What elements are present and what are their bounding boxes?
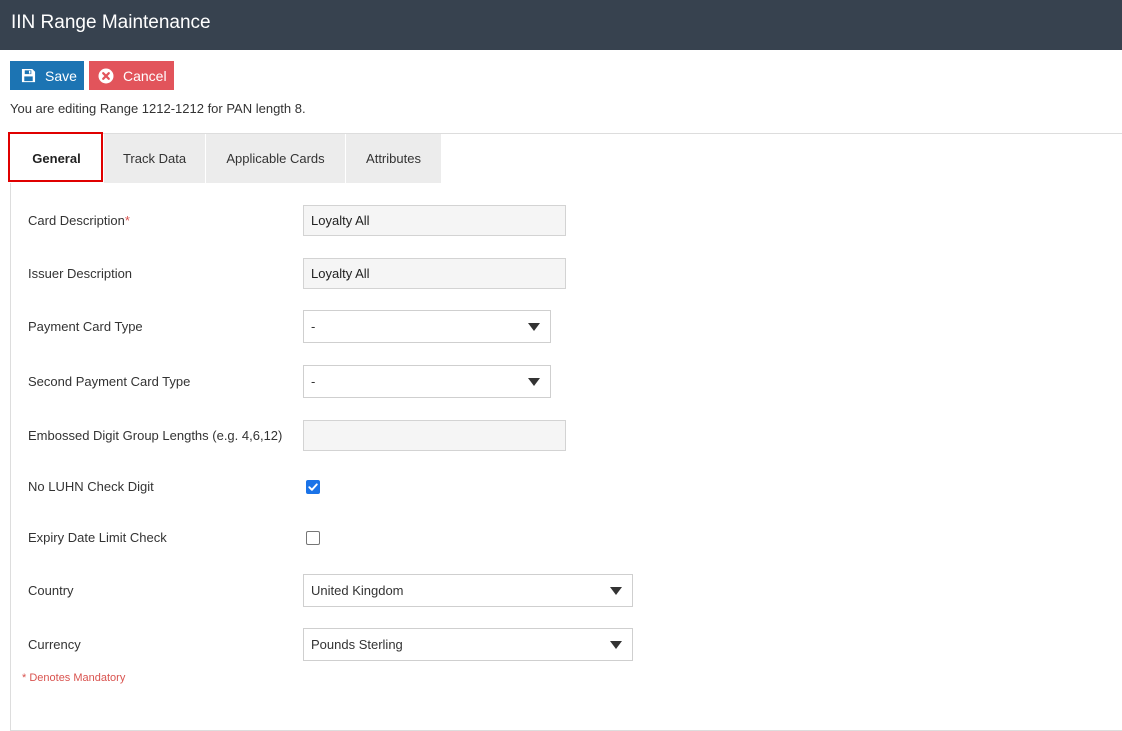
card-description-input[interactable] [303,205,566,236]
tab-track-data[interactable]: Track Data [104,134,205,183]
expiry-date-limit-check-checkbox[interactable] [306,531,320,545]
mandatory-note: * Denotes Mandatory [22,672,126,684]
checkmark-icon [308,483,318,491]
tab-general[interactable]: General [10,134,103,183]
caret-down-icon [528,323,540,331]
expiry-date-limit-check-label: Expiry Date Limit Check [28,530,167,545]
country-value: United Kingdom [311,583,404,598]
tab-attributes-label: Attributes [366,151,421,166]
editing-message: You are editing Range 1212-1212 for PAN … [10,101,306,116]
embossed-digit-group-lengths-input[interactable] [303,420,566,451]
country-select[interactable]: United Kingdom [303,574,633,607]
payment-card-type-value: - [311,319,316,334]
save-button[interactable]: Save [10,61,84,90]
second-payment-card-type-select[interactable]: - [303,365,551,398]
required-marker: * [124,213,130,228]
no-luhn-check-digit-checkbox[interactable] [306,480,320,494]
save-button-label: Save [45,67,77,84]
card-description-label: Card Description* [28,213,130,228]
issuer-description-label: Issuer Description [28,266,133,281]
payment-card-type-label: Payment Card Type [28,319,143,334]
second-payment-card-type-value: - [311,374,316,389]
caret-down-icon [610,641,622,649]
cancel-button[interactable]: Cancel [89,61,174,90]
currency-select[interactable]: Pounds Sterling [303,628,633,661]
cancel-button-label: Cancel [123,67,167,84]
page-title: IIN Range Maintenance [11,12,211,33]
embossed-digit-group-lengths-label: Embossed Digit Group Lengths (e.g. 4,6,1… [28,428,283,443]
title-bar: IIN Range Maintenance [0,0,1122,50]
payment-card-type-select[interactable]: - [303,310,551,343]
floppy-disk-icon [20,68,36,84]
currency-label: Currency [28,637,81,652]
tab-track-data-label: Track Data [122,151,187,166]
tab-attributes[interactable]: Attributes [346,134,441,183]
second-payment-card-type-label: Second Payment Card Type [28,374,191,389]
caret-down-icon [528,378,540,386]
circle-x-icon [98,68,114,84]
issuer-description-input[interactable] [303,258,566,289]
tab-applicable-cards[interactable]: Applicable Cards [206,134,345,183]
no-luhn-check-digit-label: No LUHN Check Digit [28,479,154,494]
caret-down-icon [610,587,622,595]
tab-general-label: General [32,151,81,166]
tab-applicable-cards-label: Applicable Cards [226,151,325,166]
country-label: Country [28,583,74,598]
currency-value: Pounds Sterling [311,637,403,652]
